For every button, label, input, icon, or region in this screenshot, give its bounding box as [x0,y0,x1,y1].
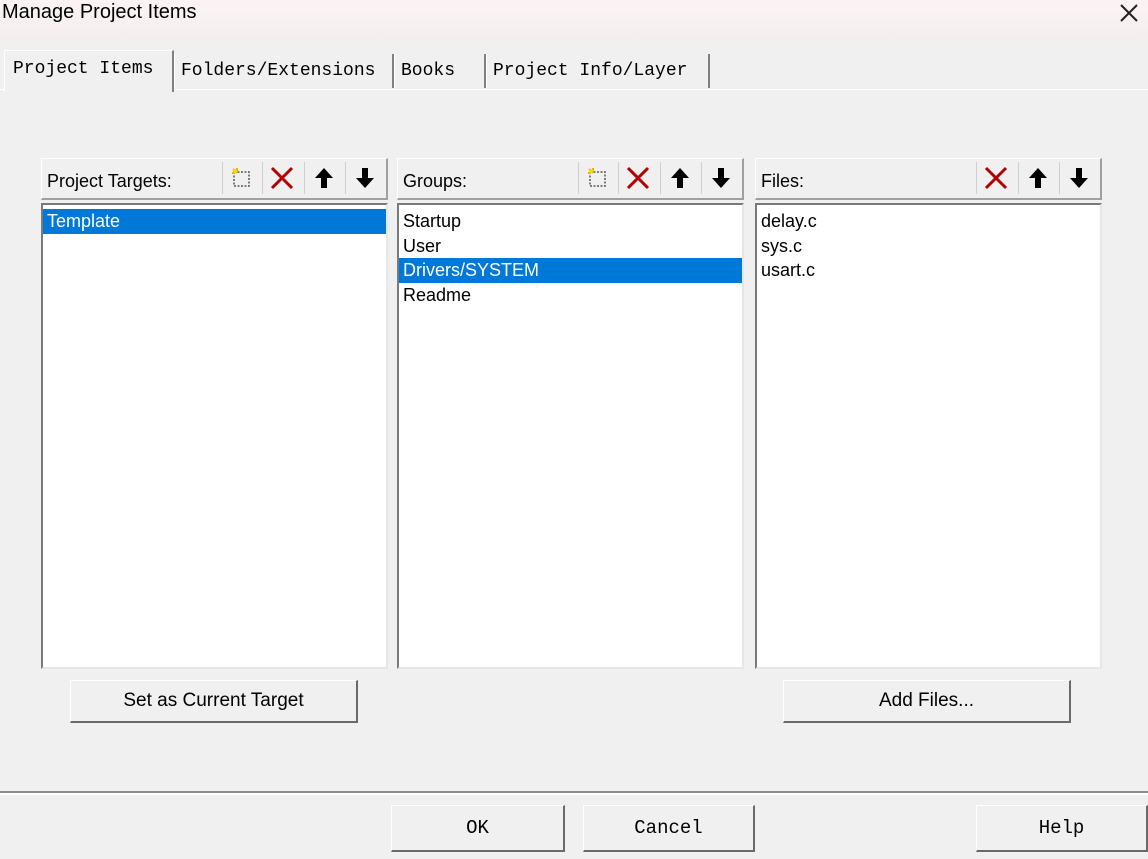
tab-folders-extensions[interactable]: Folders/Extensions [174,54,394,88]
move-target-up-button[interactable] [304,162,342,194]
move-group-down-button[interactable] [701,162,739,194]
list-item[interactable]: usart.c [757,258,1100,283]
new-item-icon [587,168,606,187]
delete-icon [270,166,293,190]
targets-list[interactable]: Template [41,203,388,669]
footer-divider [0,791,1148,795]
move-file-down-button[interactable] [1059,162,1097,194]
targets-label: Project Targets: [47,171,172,191]
window-title: Manage Project Items [2,1,197,23]
tab-label: Project Items [13,59,154,79]
files-label: Files: [761,171,805,191]
list-item[interactable]: User [399,234,742,259]
files-list[interactable]: delay.c sys.c usart.c [755,203,1102,669]
delete-file-button[interactable] [976,162,1014,194]
delete-target-button[interactable] [262,162,300,194]
delete-icon [626,166,649,190]
tab-project-info-layer[interactable]: Project Info/Layer [486,54,710,88]
new-target-button[interactable] [222,162,260,194]
close-icon[interactable] [1116,0,1142,26]
set-current-target-button[interactable]: Set as Current Target [70,680,358,723]
tab-label: Project Info/Layer [493,61,688,81]
list-item[interactable]: delay.c [757,209,1100,234]
title-bar: Manage Project Items [0,0,1148,40]
list-item[interactable]: sys.c [757,234,1100,259]
move-target-down-button[interactable] [345,162,383,194]
tab-label: Folders/Extensions [181,61,376,81]
files-header: Files: [755,158,1102,200]
groups-header: Groups: [397,158,744,200]
new-item-icon [231,168,250,187]
list-item[interactable]: Startup [399,209,742,234]
move-down-icon [355,168,374,188]
targets-header: Project Targets: [41,158,388,200]
move-group-up-button[interactable] [660,162,698,194]
groups-list[interactable]: Startup User Drivers/SYSTEM Readme [397,203,744,669]
delete-group-button[interactable] [618,162,656,194]
add-files-button[interactable]: Add Files... [783,680,1071,723]
move-down-icon [1069,168,1088,188]
move-up-icon [314,168,333,188]
new-group-button[interactable] [578,162,616,194]
list-item[interactable]: Drivers/SYSTEM [399,258,742,283]
help-button[interactable]: Help [976,805,1148,852]
move-file-up-button[interactable] [1018,162,1056,194]
tab-label: Books [401,61,456,81]
move-up-icon [1028,168,1047,188]
list-item[interactable]: Readme [399,283,742,308]
groups-label: Groups: [403,171,468,191]
move-down-icon [711,168,730,188]
move-up-icon [670,168,689,188]
tab-project-items[interactable]: Project Items [4,50,174,92]
list-item[interactable]: Template [43,209,386,234]
delete-icon [984,166,1007,190]
tab-books[interactable]: Books [394,54,486,88]
ok-button[interactable]: OK [391,805,565,852]
cancel-button[interactable]: Cancel [583,805,755,852]
